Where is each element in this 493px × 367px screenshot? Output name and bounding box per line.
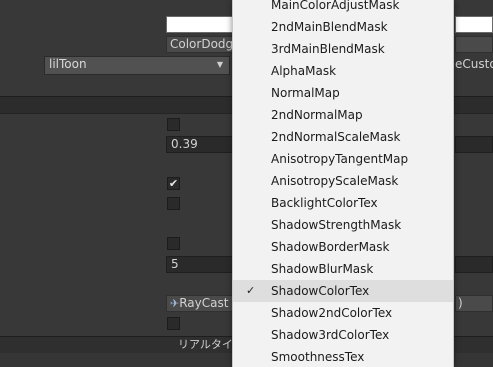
int-field-1[interactable]: 5 (166, 256, 236, 273)
menu-item-label: ShadowStrengthMask (271, 218, 402, 232)
right-light-bar (455, 36, 493, 53)
int-field-1-value: 5 (171, 257, 179, 271)
blend-mode-value: ColorDodge (170, 37, 236, 51)
toggle-checkbox-2[interactable]: ✔ (167, 177, 180, 190)
menu-item[interactable]: 2ndNormalScaleMask (233, 126, 453, 148)
menu-item-label: AlphaMask (271, 64, 337, 78)
menu-item[interactable]: ShadowBorderMask (233, 236, 453, 258)
raycast-object-field[interactable]: ✈RayCast (166, 295, 236, 312)
menu-item[interactable]: AnisotropyScaleMask (233, 170, 453, 192)
menu-item[interactable]: 2ndMainBlendMask (233, 16, 453, 38)
raycast-right-fragment-text: ) (458, 296, 463, 310)
raycast-right-field[interactable]: ) (455, 295, 493, 312)
shader-dropdown-field[interactable]: lilToon ▼ (44, 56, 230, 75)
menu-item[interactable]: 2ndNormalMap (233, 104, 453, 126)
menu-item-label: BacklightColorTex (271, 196, 378, 210)
menu-item-label: Shadow2ndColorTex (271, 306, 393, 320)
menu-item[interactable]: ✓ ShadowColorTex (233, 280, 453, 302)
shader-dropdown-value: lilToon (49, 57, 87, 71)
checkmark-icon: ✔ (168, 177, 179, 190)
float-field-1[interactable]: 0.39 (166, 136, 236, 153)
chevron-down-icon: ▼ (216, 60, 223, 69)
menu-item-label: Shadow3rdColorTex (271, 328, 390, 342)
menu-item[interactable]: Shadow2ndColorTex (233, 302, 453, 324)
toggle-checkbox-4[interactable] (167, 237, 180, 250)
int-field-1-right (455, 256, 493, 273)
menu-item-label: 2ndNormalScaleMask (271, 130, 401, 144)
menu-item[interactable]: BacklightColorTex (233, 192, 453, 214)
right-field-fragment-text: eCustom (455, 57, 493, 71)
menu-item[interactable]: ShadowStrengthMask (233, 214, 453, 236)
menu-item-label: SmoothnessTex (271, 350, 365, 364)
float-field-1-value: 0.39 (171, 137, 198, 151)
menu-item-label: MainColorAdjustMask (271, 0, 400, 12)
menu-item-label: ShadowBorderMask (271, 240, 390, 254)
shader-dropdown[interactable]: lilToon ▼ (44, 56, 230, 75)
menu-item[interactable]: NormalMap (233, 82, 453, 104)
menu-item-label: AnisotropyScaleMask (271, 174, 399, 188)
color-field-right[interactable] (455, 16, 493, 33)
menu-item[interactable]: Shadow3rdColorTex (233, 324, 453, 346)
menu-item[interactable]: AnisotropyTangentMap (233, 148, 453, 170)
float-field-1-right (455, 136, 493, 153)
menu-item[interactable]: MainColorAdjustMask (233, 0, 453, 16)
blend-mode-field[interactable]: ColorDodge (166, 36, 236, 53)
raycast-field-value: RayCast (179, 296, 229, 310)
texture-selection-menu[interactable]: MainColorAdjustMask 2ndMainBlendMask 3rdMa… (232, 0, 454, 367)
menu-item-label: 3rdMainBlendMask (271, 42, 385, 56)
menu-item-label: NormalMap (271, 86, 340, 100)
right-field-fragment: eCustom (455, 56, 493, 73)
menu-item-label: 2ndMainBlendMask (271, 20, 388, 34)
menu-item-label: AnisotropyTangentMap (271, 152, 409, 166)
checkmark-icon: ✓ (246, 284, 256, 297)
menu-item-label: ShadowBlurMask (271, 262, 374, 276)
menu-item[interactable]: 3rdMainBlendMask (233, 38, 453, 60)
toggle-checkbox-5[interactable] (167, 317, 180, 330)
toggle-checkbox-3[interactable] (167, 197, 180, 210)
toggle-checkbox-1[interactable] (167, 118, 180, 131)
menu-item[interactable]: SmoothnessTex (233, 346, 453, 367)
menu-item-label: 2ndNormalMap (271, 108, 363, 122)
crosshair-icon: ✈ (170, 297, 180, 310)
menu-item[interactable]: ShadowBlurMask (233, 258, 453, 280)
color-field[interactable] (166, 16, 236, 33)
menu-item-label: ShadowColorTex (271, 284, 370, 298)
menu-item[interactable]: AlphaMask (233, 60, 453, 82)
